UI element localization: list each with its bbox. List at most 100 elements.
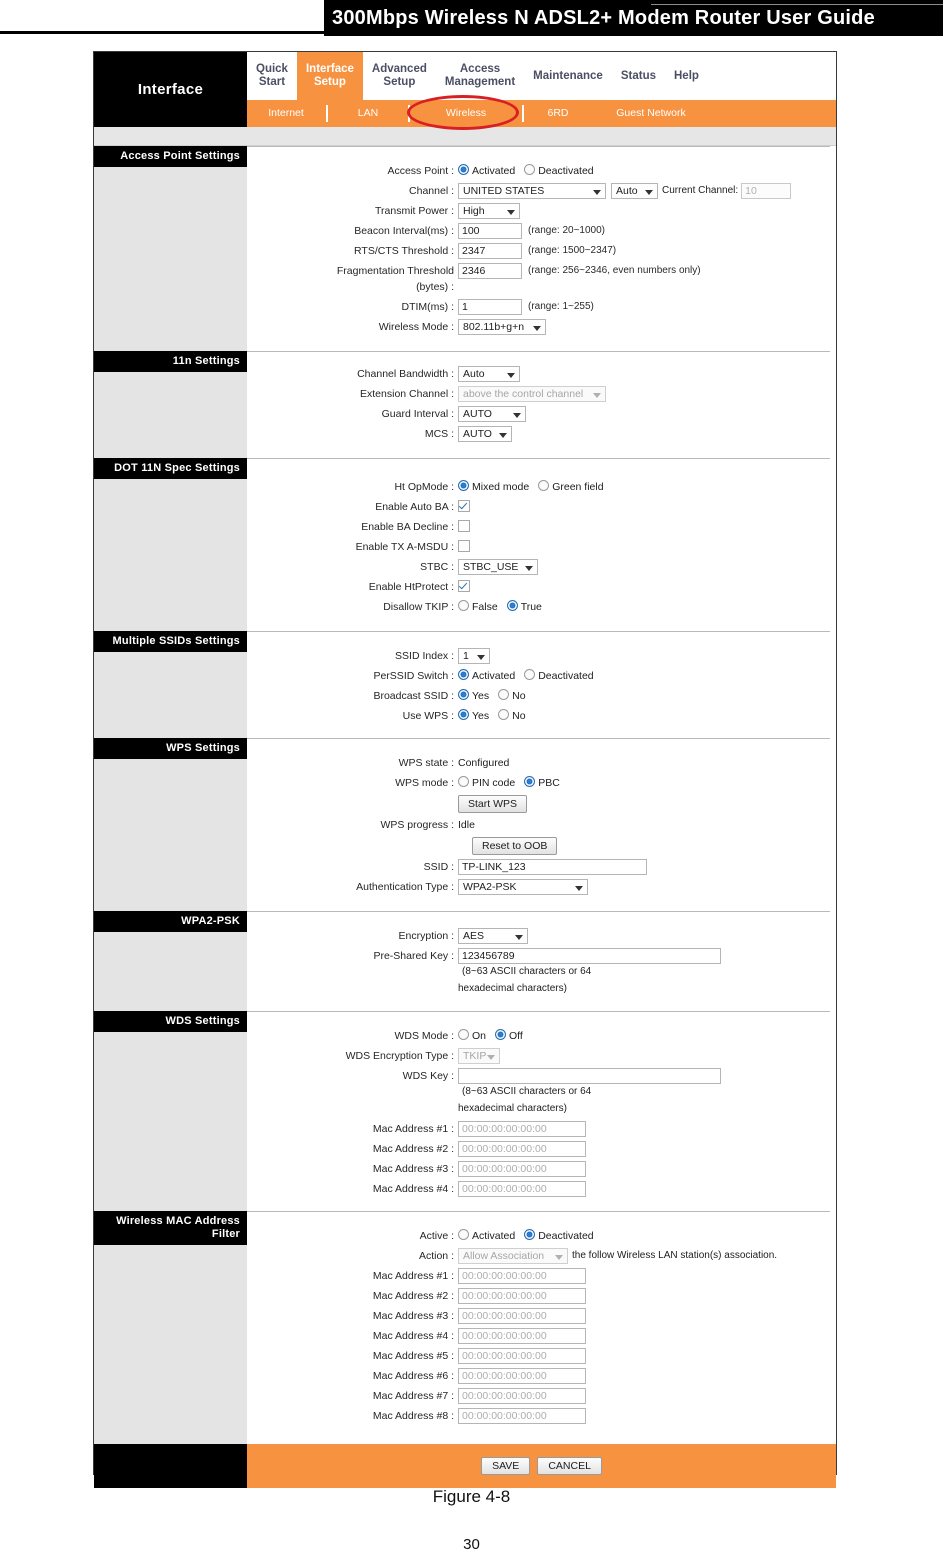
- wds-mac-address-3-label: Mac Address #3 :: [372, 1163, 454, 1175]
- wds-key-label: WDS Key :: [402, 1070, 454, 1082]
- sub-tab-6rd[interactable]: 6RD: [525, 100, 591, 127]
- wds-mac-address-2-label: Mac Address #2 :: [372, 1143, 454, 1155]
- main-tab-advanced[interactable]: Advanced Setup: [362, 52, 436, 100]
- sub-tab-internet[interactable]: Internet: [247, 100, 325, 127]
- disallow-tkip-radio-true[interactable]: [506, 600, 518, 611]
- ht-opmode-option-label: Green field: [552, 481, 604, 493]
- sub-tab-lan[interactable]: LAN: [329, 100, 407, 127]
- wds-mode-radio-on[interactable]: [458, 1029, 469, 1040]
- wps-mode-radio-pin-code[interactable]: [458, 776, 469, 787]
- enable-auto-ba-checkbox[interactable]: [458, 500, 470, 512]
- reset-to-oob-button[interactable]: Reset to OOB: [472, 837, 558, 855]
- filter-mac-address-7: Mac Address #7 : 00:00:00:00:00:00: [247, 1388, 836, 1404]
- ht-opmode-radio-mixed-mode[interactable]: [458, 480, 469, 491]
- dtim-field[interactable]: 1: [458, 299, 522, 315]
- channel-country-select[interactable]: UNITED STATES: [458, 183, 606, 199]
- filter-mac-address-5: Mac Address #5 : 00:00:00:00:00:00: [247, 1348, 836, 1364]
- access-point-state-radio-activated[interactable]: [458, 164, 469, 175]
- filter-mac-address-1-control: 00:00:00:00:00:00: [458, 1268, 586, 1284]
- perssid-switch-radio-activated[interactable]: [458, 669, 469, 680]
- encryption-select[interactable]: AES: [458, 928, 528, 944]
- use-wps-radio-yes[interactable]: [458, 709, 469, 720]
- filter-mac-address-1-field[interactable]: 00:00:00:00:00:00: [458, 1268, 586, 1284]
- fragmentation-threshold-field[interactable]: 2346: [458, 263, 522, 279]
- wds-mac-address-4-field[interactable]: 00:00:00:00:00:00: [458, 1181, 586, 1197]
- dtim-control: 1 (range: 1~255): [458, 299, 594, 315]
- stbc-label: STBC :: [420, 561, 454, 573]
- sub-tab-wireless[interactable]: Wireless: [411, 100, 521, 127]
- channel-bandwidth-select[interactable]: Auto: [458, 366, 520, 382]
- wds-key-note-line2: hexadecimal characters): [458, 1103, 567, 1114]
- brand-label: Interface: [137, 81, 204, 98]
- mac-filter-active-radio-deactivated[interactable]: [524, 1229, 536, 1240]
- pre-shared-key-note-line2: hexadecimal characters): [458, 983, 567, 994]
- mac-filter-active-radio-activated[interactable]: [458, 1229, 469, 1240]
- filter-mac-address-2-field[interactable]: 00:00:00:00:00:00: [458, 1288, 586, 1304]
- wds-key-note-line1: (8~63 ASCII characters or 64: [462, 1086, 592, 1097]
- use-wps-radio-no[interactable]: [498, 709, 510, 720]
- multiple-ssids-settings-heading: Multiple SSIDs Settings: [94, 631, 247, 652]
- brand-block: Interface: [94, 52, 247, 127]
- disallow-tkip-radio-false[interactable]: [458, 600, 469, 611]
- mac-filter-action-select: Allow Association: [458, 1248, 568, 1264]
- main-tab-label-line2: Management: [444, 76, 516, 88]
- mcs-select[interactable]: AUTO: [458, 426, 512, 442]
- document-header: TD-W8961ND 300Mbps Wireless N ADSL2+ Mod…: [0, 0, 943, 36]
- save-button[interactable]: SAVE: [481, 1457, 531, 1475]
- extension-channel-select: above the control channel: [458, 386, 606, 402]
- start-wps-button[interactable]: Start WPS: [458, 795, 528, 813]
- start-wps-row: Start WPS: [247, 795, 836, 813]
- rts-cts-threshold-label: RTS/CTS Threshold :: [354, 245, 454, 257]
- access-point-state-radio-deactivated[interactable]: [524, 164, 536, 175]
- sub-tab-bar[interactable]: Internet LAN Wireless 6RD Guest Network: [247, 100, 836, 127]
- ssid-field[interactable]: TP-LINK_123: [458, 859, 647, 875]
- transmit-power-select[interactable]: High: [458, 203, 520, 219]
- perssid-switch-radio-deactivated[interactable]: [524, 669, 536, 680]
- cancel-button[interactable]: CANCEL: [537, 1457, 602, 1475]
- wds-mac-address-3-field[interactable]: 00:00:00:00:00:00: [458, 1161, 586, 1177]
- wds-mode-radio-off[interactable]: [495, 1029, 507, 1040]
- fragmentation-threshold-range: (range: 256~2346, even numbers only): [528, 265, 701, 276]
- filter-mac-address-7-field[interactable]: 00:00:00:00:00:00: [458, 1388, 586, 1404]
- wps-mode-radio-pbc[interactable]: [524, 776, 536, 787]
- filter-mac-address-5-field[interactable]: 00:00:00:00:00:00: [458, 1348, 586, 1364]
- enable-ba-decline-checkbox[interactable]: [458, 520, 470, 532]
- main-tab-status[interactable]: Status: [611, 52, 665, 100]
- broadcast-ssid-radio-yes[interactable]: [458, 689, 469, 700]
- dtim-range: (range: 1~255): [528, 301, 594, 312]
- wds-mac-address-1-field[interactable]: 00:00:00:00:00:00: [458, 1121, 586, 1137]
- access-point-settings-spacer: [94, 167, 247, 351]
- filter-mac-address-6-field[interactable]: 00:00:00:00:00:00: [458, 1368, 586, 1384]
- authentication-type-select[interactable]: WPA2-PSK: [458, 879, 588, 895]
- wireless-mac-address-filter-spacer: [94, 1245, 247, 1444]
- ssid-index-select[interactable]: 1: [458, 648, 490, 664]
- filter-mac-address-8-field[interactable]: 00:00:00:00:00:00: [458, 1408, 586, 1424]
- ht-opmode-radio-green-field[interactable]: [538, 480, 550, 491]
- guard-interval-select[interactable]: AUTO: [458, 406, 526, 422]
- enable-tx-amsdu-checkbox[interactable]: [458, 540, 470, 552]
- enable-htprotect-checkbox[interactable]: [458, 580, 470, 592]
- main-tab-interface[interactable]: Interface Setup: [296, 52, 363, 100]
- main-tab-quick[interactable]: Quick Start: [247, 52, 297, 100]
- main-tab-access[interactable]: Access Management: [435, 52, 525, 100]
- sub-tab-guest-network[interactable]: Guest Network: [591, 100, 711, 127]
- perssid-switch: PerSSID Switch : Activated Deactivated: [247, 668, 836, 684]
- rts-cts-threshold-field[interactable]: 2347: [458, 243, 522, 259]
- wds-key-field[interactable]: [458, 1068, 721, 1084]
- filter-mac-address-4-field[interactable]: 00:00:00:00:00:00: [458, 1328, 586, 1344]
- channel-mode-select[interactable]: Auto: [611, 183, 658, 199]
- filter-mac-address-3-label: Mac Address #3 :: [372, 1310, 454, 1322]
- filter-mac-address-3-field[interactable]: 00:00:00:00:00:00: [458, 1308, 586, 1324]
- beacon-interval-field[interactable]: 100: [458, 223, 522, 239]
- main-tab-help[interactable]: Help: [665, 52, 708, 100]
- broadcast-ssid-radio-no[interactable]: [498, 689, 510, 700]
- stbc-select[interactable]: STBC_USE: [458, 559, 538, 575]
- wds-mac-address-4: Mac Address #4 : 00:00:00:00:00:00: [247, 1181, 836, 1197]
- sub-tab-separator: [326, 105, 328, 122]
- wds-mac-address-2-field[interactable]: 00:00:00:00:00:00: [458, 1141, 586, 1157]
- pre-shared-key-field[interactable]: 123456789: [458, 948, 721, 964]
- main-tab-maintenance[interactable]: Maintenance: [524, 52, 612, 100]
- main-tab-bar[interactable]: Quick Start Interface Setup Advanced Setup Acc…: [247, 52, 836, 100]
- wireless-mode-select[interactable]: 802.11b+g+n: [458, 319, 546, 335]
- perssid-switch-option-label: Activated: [472, 670, 516, 682]
